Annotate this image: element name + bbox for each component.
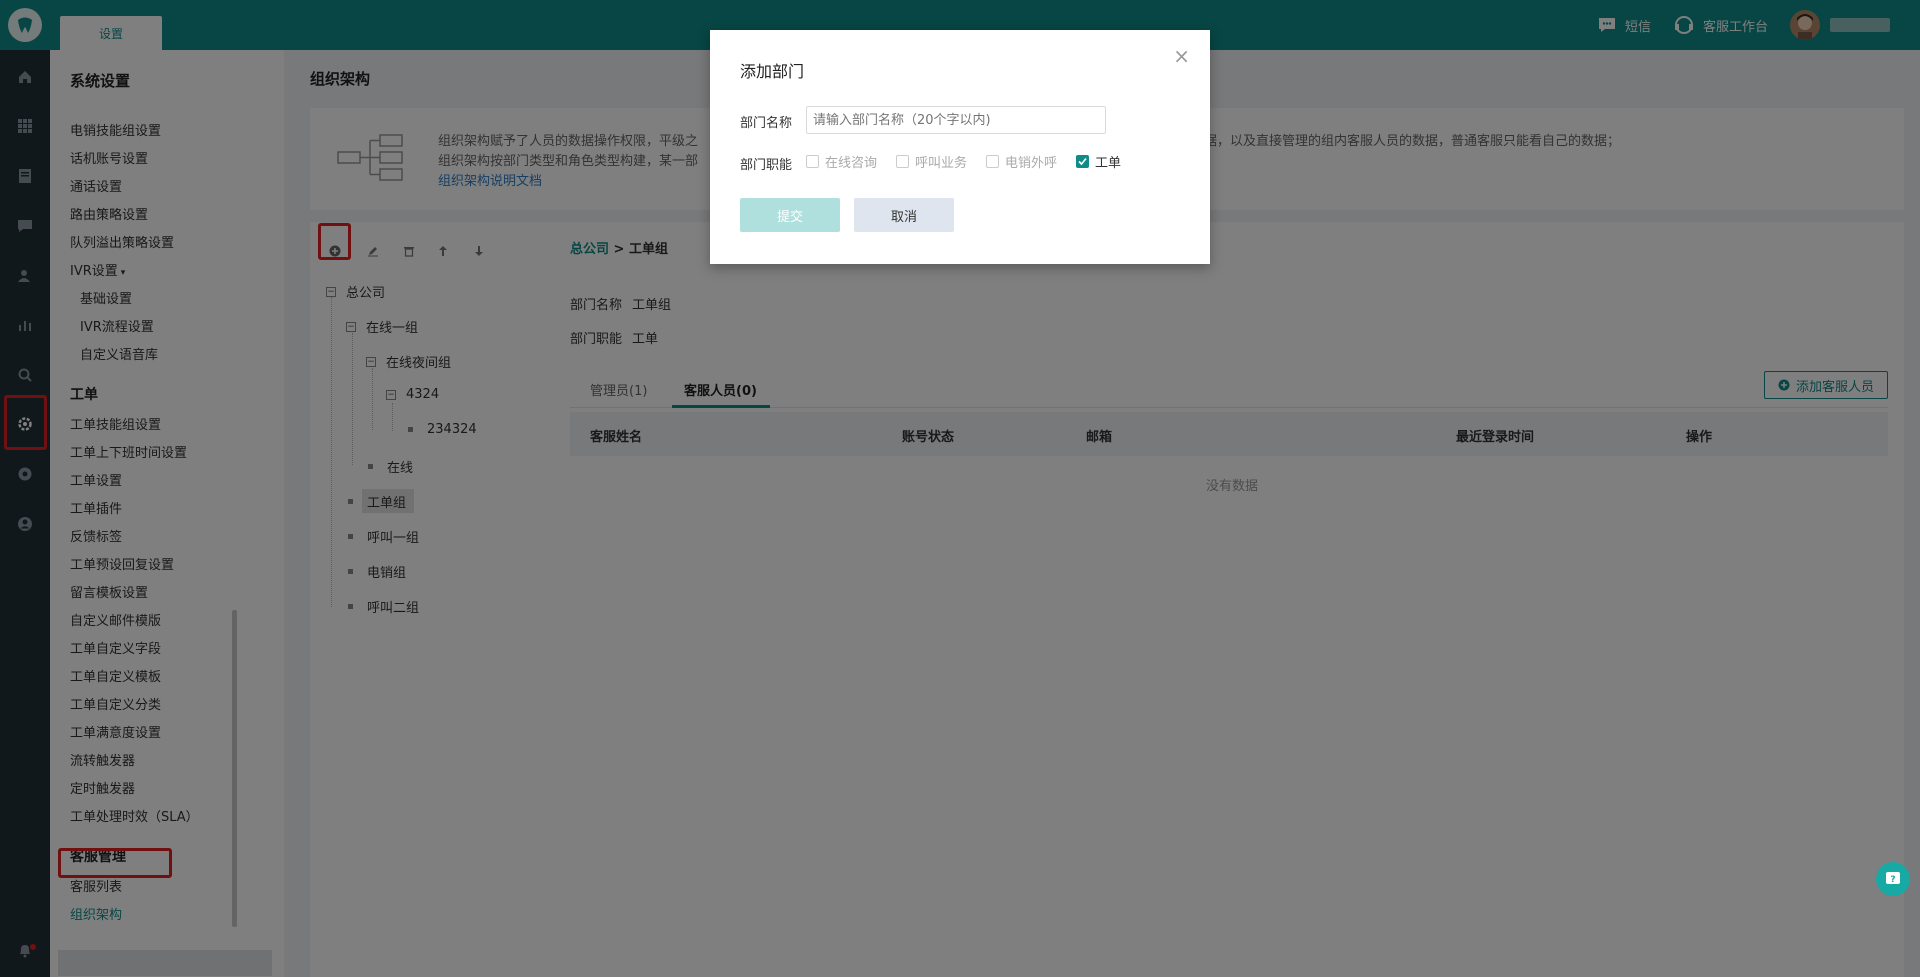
checkbox-checked-icon[interactable]: [1076, 155, 1089, 168]
help-icon: ?: [1886, 872, 1900, 885]
add-department-modal: 添加部门 × 部门名称 部门职能 在线咨询 呼叫业务 电销外呼 工单 提交 取消: [710, 30, 1210, 264]
checkbox-call-business[interactable]: 呼叫业务: [896, 152, 967, 171]
submit-button[interactable]: 提交: [740, 198, 840, 232]
dept-func-field-label: 部门职能: [740, 158, 793, 173]
close-icon[interactable]: ×: [1173, 44, 1190, 68]
checkbox-label: 工单: [1095, 156, 1122, 171]
checkbox-label: 呼叫业务: [915, 156, 968, 171]
checkbox-box[interactable]: [896, 155, 909, 168]
checkbox-box[interactable]: [986, 155, 999, 168]
help-button[interactable]: ?: [1876, 862, 1910, 896]
dept-name-field-label: 部门名称: [740, 116, 793, 131]
checkbox-ticket[interactable]: 工单: [1076, 152, 1121, 171]
cancel-button[interactable]: 取消: [854, 198, 954, 232]
svg-text:?: ?: [1890, 875, 1895, 885]
checkbox-outbound-sales[interactable]: 电销外呼: [986, 152, 1057, 171]
modal-title: 添加部门: [740, 62, 805, 81]
checkbox-online-consult[interactable]: 在线咨询: [806, 152, 877, 171]
dept-name-input[interactable]: [806, 106, 1106, 134]
checkbox-label: 在线咨询: [825, 156, 878, 171]
checkbox-label: 电销外呼: [1005, 156, 1058, 171]
checkbox-box[interactable]: [806, 155, 819, 168]
